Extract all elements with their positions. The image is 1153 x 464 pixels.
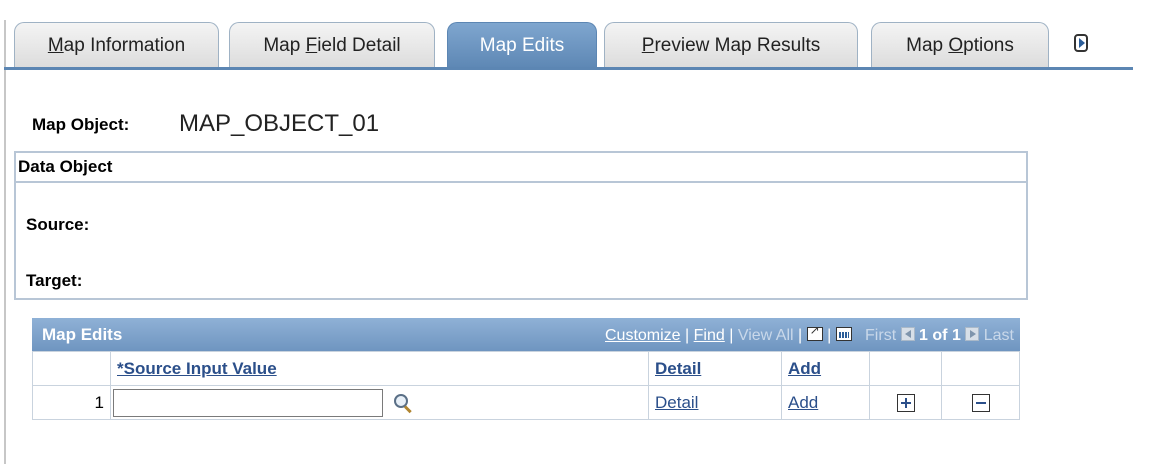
first-link: First (865, 327, 897, 344)
grid-title: Map Edits (42, 325, 123, 344)
previous-row-icon (900, 327, 915, 341)
search-icon[interactable] (393, 393, 412, 412)
separator: | (685, 327, 690, 344)
tab-bar: Map Information Map Field Detail Map Edi… (0, 0, 1153, 70)
tab-preview-map-results[interactable]: Preview Map Results (604, 22, 858, 68)
add-header: Add (781, 351, 870, 386)
row-count: 1 of 1 (919, 327, 961, 344)
minus-icon[interactable] (971, 394, 990, 413)
grid-table: *Source Input Value Detail Add 1 Detail … (32, 351, 1020, 420)
tab-label-accesskey: O (948, 35, 964, 56)
tab-label: review Map Results (654, 35, 821, 56)
tab-label: Map Edits (479, 35, 565, 56)
row-number: 1 (32, 385, 111, 420)
next-tab-arrow-icon[interactable] (1074, 34, 1088, 52)
source-input-cell (110, 385, 649, 420)
tab-label-accesskey: F (305, 35, 318, 56)
add-sort-link[interactable]: Add (782, 359, 821, 378)
add-link[interactable]: Add (782, 393, 818, 412)
download-spreadsheet-icon[interactable] (835, 327, 852, 341)
tab-map-edits[interactable]: Map Edits (447, 22, 597, 70)
add-row-cell (869, 385, 942, 420)
separator: | (798, 327, 803, 344)
row-number-header (32, 351, 111, 386)
plus-icon[interactable] (896, 394, 915, 413)
tab-label-accesskey: M (47, 35, 64, 56)
table-row: 1 Detail Add (32, 385, 1020, 420)
detail-header: Detail (648, 351, 782, 386)
tab-label: Map (906, 35, 949, 56)
tab-label-accesskey: P (641, 35, 655, 56)
tab-map-field-detail[interactable]: Map Field Detail (229, 22, 435, 68)
separator: | (729, 327, 734, 344)
map-object-value: MAP_OBJECT_01 (179, 110, 380, 137)
next-row-icon (965, 327, 980, 341)
source-input-value-sort-link[interactable]: *Source Input Value (111, 359, 277, 378)
source-input-value-header: *Source Input Value (110, 351, 649, 386)
add-row-header (869, 351, 942, 386)
tab-label: ap Information (63, 35, 186, 56)
customize-link[interactable]: Customize (605, 327, 681, 344)
data-object-panel: Data Object Source: Target: (14, 151, 1028, 300)
source-label: Source: (26, 215, 90, 234)
page-left-border (4, 20, 6, 464)
detail-link[interactable]: Detail (649, 393, 698, 412)
last-link: Last (983, 327, 1014, 344)
tab-map-information[interactable]: Map Information (14, 22, 219, 68)
source-input-value-field[interactable] (113, 388, 383, 417)
map-object-label: Map Object: (32, 115, 130, 134)
separator: | (827, 327, 832, 344)
view-all-link: View All (737, 327, 794, 344)
grid-header: Map Edits Customize | Find | View All | … (32, 318, 1020, 351)
tab-map-options[interactable]: Map Options (871, 22, 1049, 68)
delete-row-cell (941, 385, 1020, 420)
data-object-title: Data Object (16, 153, 1026, 183)
delete-row-header (941, 351, 1020, 386)
detail-sort-link[interactable]: Detail (649, 359, 701, 378)
grid-navigation: Customize | Find | View All | | First 1 … (605, 323, 1014, 345)
find-link[interactable]: Find (694, 327, 725, 344)
map-edits-grid: Map Edits Customize | Find | View All | … (32, 318, 1020, 420)
detail-cell: Detail (648, 385, 782, 420)
tab-label: Map (263, 35, 306, 56)
grid-column-headers: *Source Input Value Detail Add (32, 351, 1020, 386)
target-label: Target: (26, 271, 83, 290)
add-cell: Add (781, 385, 870, 420)
new-window-icon[interactable] (806, 323, 823, 341)
tab-label: ptions (963, 35, 1014, 56)
tab-label: ield Detail (317, 35, 401, 56)
tab-underline (4, 67, 1133, 70)
